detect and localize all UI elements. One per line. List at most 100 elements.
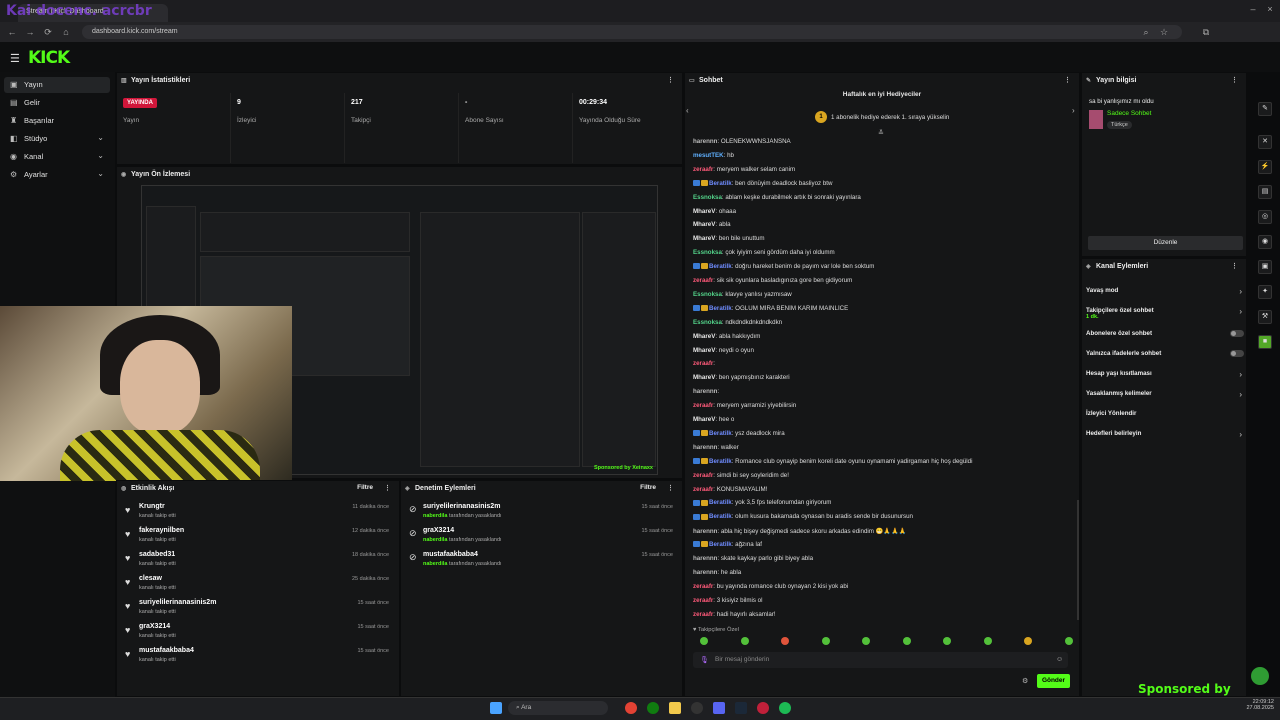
activity-item[interactable]: ♥ graX3214 kanalı takip etti 15 saat önce xyxy=(117,623,397,645)
activity-filter-button[interactable]: Filtre xyxy=(357,484,373,491)
chat-message[interactable]: Beratilk: ağzına laf xyxy=(693,541,1073,548)
chat-username[interactable]: Beratilk xyxy=(709,305,732,312)
chat-message[interactable]: Beratilk: yok 3,5 fps telefonumdan giriy… xyxy=(693,499,1073,506)
chat-username[interactable]: Beratilk xyxy=(709,499,732,506)
toggle-switch[interactable] xyxy=(1230,350,1244,357)
chat-username[interactable]: zeraafr xyxy=(693,583,713,590)
discord-icon[interactable] xyxy=(713,702,725,714)
chat-message[interactable]: Essnoksa: ndkdndkdnkdndkdkn xyxy=(693,319,1073,326)
chat-username[interactable]: zeraafr xyxy=(693,611,713,618)
chat-username[interactable]: MhareV xyxy=(693,333,715,340)
emote-icon[interactable] xyxy=(1024,637,1032,645)
chat-message[interactable]: zeraafr: bu yayında romance club oynayan… xyxy=(693,583,1073,590)
activity-item[interactable]: ♥ suriyelilerinanasinis2m kanalı takip ett… xyxy=(117,599,397,621)
chat-username[interactable]: Essnoksa xyxy=(693,291,722,298)
chat-username[interactable]: MhareV xyxy=(693,374,715,381)
channel-action-item[interactable]: Yalnızca ifadelerle sohbet xyxy=(1086,350,1246,357)
pencil-icon[interactable]: ✎ xyxy=(1258,102,1272,116)
emote-icon[interactable] xyxy=(902,637,911,645)
chat-username[interactable]: harennn xyxy=(693,138,717,145)
more-icon[interactable]: ⋮ xyxy=(1064,76,1071,84)
chat-message[interactable]: MhareV: abla hakkıydım xyxy=(693,333,1073,340)
channel-action-item[interactable]: Yasaklanmış kelimeler › xyxy=(1086,390,1246,399)
chat-username[interactable]: Beratilk xyxy=(709,541,732,548)
chat-message[interactable]: zeraafr: hadi hayırlı aksamlar! xyxy=(693,611,1073,618)
channel-action-item[interactable]: Hedefleri belirleyin › xyxy=(1086,430,1246,439)
activity-item[interactable]: ♥ Krungtr kanalı takip etti 11 dakika önce xyxy=(117,503,397,525)
app-red-icon[interactable] xyxy=(757,702,769,714)
collapse-icon[interactable]: ≚ xyxy=(878,129,884,137)
emote-icon[interactable] xyxy=(700,637,708,645)
moderation-item[interactable]: ⊘ graX3214 naberdila tarafından yasaklandı… xyxy=(401,527,681,549)
chat-message[interactable]: Beratilk: olum kusura bakamada oynasan b… xyxy=(693,513,1073,520)
spotify-icon[interactable] xyxy=(779,702,791,714)
edit-button[interactable]: Düzenle xyxy=(1088,236,1243,250)
chat-message[interactable]: zeraafr: simdi bi sey soyleridim de! xyxy=(693,472,1073,479)
chat-message[interactable]: Beratilk: ben dönüyim deadlock basliyoz … xyxy=(693,180,1073,187)
channel-action-item[interactable]: Takipçilere özel sohbet 1 dk. › xyxy=(1086,307,1246,320)
card-icon[interactable]: ▣ xyxy=(1258,260,1272,274)
chat-username[interactable]: Beratilk xyxy=(709,263,732,270)
document-icon[interactable]: ▤ xyxy=(1258,185,1272,199)
obs-icon[interactable] xyxy=(691,702,703,714)
sidebar-item-ayarlar[interactable]: ⚙ Ayarlar ⌄ xyxy=(4,167,110,183)
chat-message[interactable]: harennn: skate kaykay parlo gibi biyey a… xyxy=(693,555,1073,562)
chat-username[interactable]: MhareV xyxy=(693,235,715,242)
chat-username[interactable]: mesutTEK xyxy=(693,152,724,159)
chat-username[interactable]: Beratilk xyxy=(709,458,732,465)
wrench-icon[interactable]: ✦ xyxy=(1258,285,1272,299)
moderation-item[interactable]: ⊘ suriyelilerinanasinis2m naberdila tarafı… xyxy=(401,503,681,525)
activity-item[interactable]: ♥ fakeraynilben kanalı takip etti 12 dakika… xyxy=(117,527,397,549)
chat-username[interactable]: MhareV xyxy=(693,416,715,423)
reload-icon[interactable]: ⟳ xyxy=(42,26,54,38)
forward-icon[interactable]: → xyxy=(24,26,36,38)
more-icon[interactable]: ⋮ xyxy=(1231,76,1238,84)
chat-message[interactable]: harennn: xyxy=(693,388,1073,395)
chat-message[interactable]: zeraafr: xyxy=(693,360,1073,367)
taskbar-search[interactable]: ⌕ Ara xyxy=(508,701,608,715)
chat-username[interactable]: harennn xyxy=(693,388,717,395)
chat-username[interactable]: zeraafr xyxy=(693,486,713,493)
channel-action-item[interactable]: Yavaş mod › xyxy=(1086,287,1246,296)
chat-message[interactable]: MhareV: abla xyxy=(693,221,1073,228)
chat-message[interactable]: MhareV: neydi o oyun xyxy=(693,347,1073,354)
sidebar-item-studyo[interactable]: ◧ Stüdyo ⌄ xyxy=(4,131,110,147)
emote-icon[interactable] xyxy=(1064,637,1073,645)
emote-icon[interactable] xyxy=(821,637,830,645)
chat-username[interactable]: Beratilk xyxy=(709,180,732,187)
kick-logo[interactable]: KICK xyxy=(28,48,70,68)
bookmark-icon[interactable]: ☆ xyxy=(1158,26,1170,38)
chat-message[interactable]: Essnoksa: klavye yanlısı yazmısaw xyxy=(693,291,1073,298)
chat-bubble-icon[interactable]: ◎ xyxy=(1258,210,1272,224)
chat-message[interactable]: MhareV: ben yapmışbınız karakteri xyxy=(693,374,1073,381)
chat-message[interactable]: Beratilk: ysz deadlock mira xyxy=(693,430,1073,437)
windows-start-icon[interactable] xyxy=(490,702,502,714)
chat-username[interactable]: MhareV xyxy=(693,221,715,228)
broadcast-icon[interactable]: ◉ xyxy=(1258,235,1272,249)
emote-icon[interactable] xyxy=(983,637,992,645)
menu-icon[interactable]: ☰ xyxy=(10,52,20,65)
chat-input[interactable]: Bir mesaj gönderin xyxy=(693,652,1068,668)
more-icon[interactable]: ⋮ xyxy=(667,484,674,492)
tools-icon[interactable]: ⚒ xyxy=(1258,310,1272,324)
chevron-right-icon[interactable]: › xyxy=(1072,106,1075,115)
chat-username[interactable]: zeraafr xyxy=(693,597,713,604)
chat-message[interactable]: MhareV: ohaaa xyxy=(693,208,1073,215)
chat-username[interactable]: zeraafr xyxy=(693,402,713,409)
sidebar-item-yayin[interactable]: ▣ Yayın xyxy=(4,77,110,93)
category-link[interactable]: Sadece Sohbet xyxy=(1107,110,1151,117)
extensions-icon[interactable]: ⧉ xyxy=(1200,26,1212,38)
chat-username[interactable]: Essnoksa xyxy=(693,319,722,326)
chat-message[interactable]: harennn: walker xyxy=(693,444,1073,451)
chat-message[interactable]: mesutTEK: hb xyxy=(693,152,1073,159)
chat-username[interactable]: zeraafr xyxy=(693,360,713,367)
emote-icon[interactable] xyxy=(943,637,951,645)
sidebar-item-basarilar[interactable]: ♜ Başarılar xyxy=(4,113,110,129)
xbox-icon[interactable] xyxy=(647,702,659,714)
sidebar-item-kanal[interactable]: ◉ Kanal ⌄ xyxy=(4,149,110,165)
zoom-icon[interactable]: ⌕ xyxy=(1140,26,1152,38)
chat-username[interactable]: harennn xyxy=(693,528,717,535)
send-button[interactable]: Gönder xyxy=(1037,674,1070,688)
chat-username[interactable]: MhareV xyxy=(693,208,715,215)
more-icon[interactable]: ⋮ xyxy=(384,484,391,492)
